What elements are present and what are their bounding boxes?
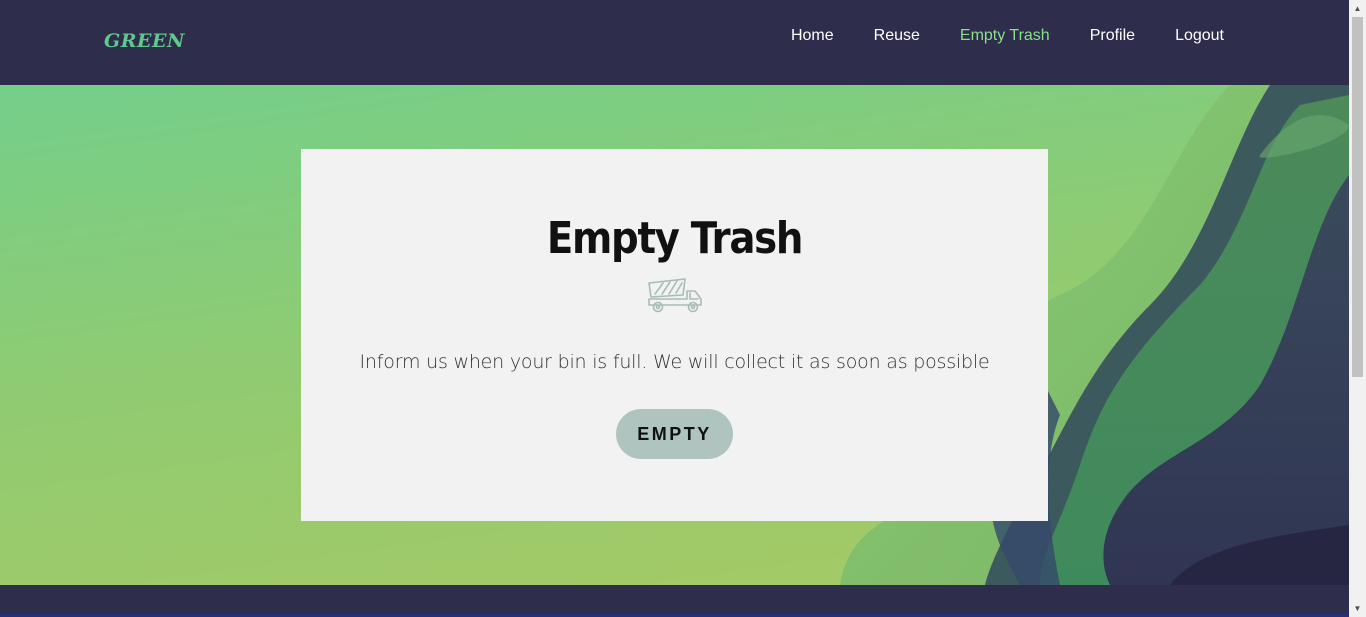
nav-logout-link[interactable]: Logout (1175, 26, 1224, 46)
hero-section: Empty Trash Inform us when your bin is f… (0, 85, 1349, 585)
nav-empty-trash-link[interactable]: Empty Trash (960, 26, 1050, 46)
empty-trash-card: Empty Trash Inform us when your bin is f… (301, 149, 1048, 521)
nav-reuse-link[interactable]: Reuse (874, 26, 920, 46)
footer-strip (0, 585, 1349, 617)
description-text: Inform us when your bin is full. We will… (359, 351, 990, 373)
logo[interactable]: GREEN (104, 30, 185, 52)
scroll-down-arrow-icon[interactable]: ▼ (1349, 600, 1366, 617)
nav-profile-link[interactable]: Profile (1090, 26, 1135, 46)
empty-button[interactable]: EMPTY (616, 409, 733, 459)
vertical-scrollbar[interactable]: ▲ ▼ (1349, 0, 1366, 617)
page-title: Empty Trash (546, 213, 804, 264)
nav-home-link[interactable]: Home (791, 26, 834, 46)
nav-menu: Home Reuse Empty Trash Profile Logout (791, 26, 1224, 46)
scroll-up-arrow-icon[interactable]: ▲ (1349, 0, 1366, 17)
dump-truck-icon (648, 278, 702, 313)
scroll-thumb[interactable] (1352, 17, 1363, 377)
page: GREEN Home Reuse Empty Trash Profile Log… (0, 0, 1366, 617)
navbar: GREEN Home Reuse Empty Trash Profile Log… (0, 0, 1349, 85)
